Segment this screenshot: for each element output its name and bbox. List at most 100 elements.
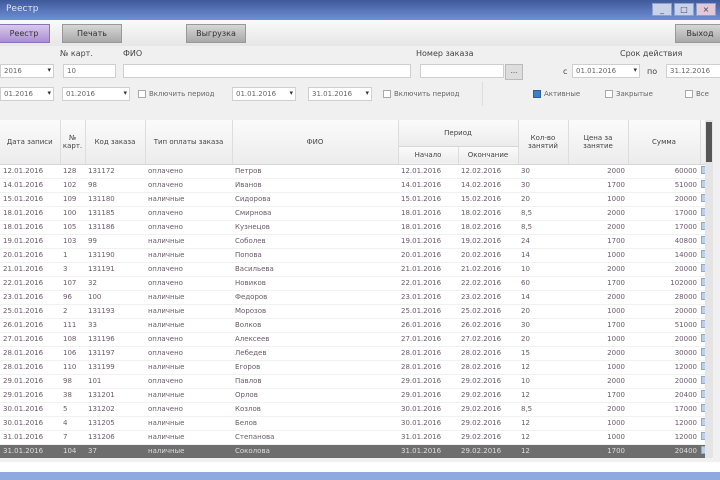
table-row[interactable]: 29.01.2016 98 101 оплачено Павлов 29.01.2016 2… bbox=[0, 374, 712, 389]
table-row[interactable]: 29.01.2016 38 131201 наличные Орлов 29.01.201… bbox=[0, 388, 712, 403]
table-row[interactable]: 20.01.2016 1 131190 наличные Попова 20.01.201… bbox=[0, 248, 712, 263]
table-row[interactable]: 15.01.2016 109 131180 наличные Сидорова 15.01… bbox=[0, 192, 712, 207]
table-cell: 29.02.2016 bbox=[458, 444, 518, 459]
table-cell: 105 bbox=[60, 220, 85, 235]
table-cell: 20400 bbox=[628, 388, 700, 403]
order-input[interactable] bbox=[420, 64, 504, 78]
table-cell: 23.01.2016 bbox=[398, 290, 458, 305]
table-cell: 18.01.2016 bbox=[398, 206, 458, 221]
table-cell: 102 bbox=[60, 178, 85, 193]
table-cell: Алексеев bbox=[232, 332, 398, 347]
table-cell: 100 bbox=[85, 290, 145, 305]
tab-print[interactable]: Печать bbox=[62, 24, 122, 43]
table-cell: Соболев bbox=[232, 234, 398, 249]
vertical-scrollbar[interactable] bbox=[705, 120, 713, 458]
table-row[interactable]: 30.01.2016 4 131205 наличные Белов 30.01.2016… bbox=[0, 416, 712, 431]
table-cell: 29.01.2016 bbox=[0, 388, 60, 403]
table-cell: 15.01.2016 bbox=[398, 192, 458, 207]
fio-input[interactable] bbox=[123, 64, 411, 78]
year-select[interactable]: 2016 ▾ bbox=[0, 64, 54, 78]
table-cell: 131180 bbox=[85, 192, 145, 207]
include-period-checkbox-2[interactable]: Включить период bbox=[383, 87, 460, 101]
table-cell: оплачено bbox=[145, 332, 232, 347]
table-cell: 2000 bbox=[568, 374, 628, 389]
table-cell: 14 bbox=[518, 290, 568, 305]
status-bar bbox=[0, 462, 720, 472]
closed-option[interactable]: Закрытые bbox=[605, 87, 653, 101]
table-row[interactable]: 26.01.2016 111 33 наличные Волков 26.01.2016 2… bbox=[0, 318, 712, 333]
include-period-checkbox-1[interactable]: Включить период bbox=[138, 87, 215, 101]
table-row[interactable]: 28.01.2016 106 131197 оплачено Лебедев 28.01.… bbox=[0, 346, 712, 361]
table-cell: 131191 bbox=[85, 262, 145, 277]
table-row[interactable]: 19.01.2016 103 99 наличные Соболев 19.01.2016… bbox=[0, 234, 712, 249]
month2-select[interactable]: 01.2016 ▾ bbox=[62, 87, 130, 101]
table-cell: 30 bbox=[518, 178, 568, 193]
col-sum[interactable]: Сумма bbox=[628, 120, 701, 165]
table-cell: 20 bbox=[518, 192, 568, 207]
col-fio[interactable]: ФИО bbox=[232, 120, 399, 165]
table-cell: 12000 bbox=[628, 360, 700, 375]
col-card[interactable]: № карт. bbox=[60, 120, 86, 165]
table-cell: 12000 bbox=[628, 430, 700, 445]
col-period-end[interactable]: Окончание bbox=[458, 146, 519, 165]
date2-select[interactable]: 31.01.2016 ▾ bbox=[308, 87, 372, 101]
col-period[interactable]: Период bbox=[398, 120, 519, 147]
fio-label: ФИО bbox=[123, 49, 143, 58]
table-cell: 28.02.2016 bbox=[458, 346, 518, 361]
table-cell: 28000 bbox=[628, 290, 700, 305]
col-count[interactable]: Кол-во занятий bbox=[518, 120, 569, 165]
scroll-thumb[interactable] bbox=[706, 122, 712, 162]
opt3-label: Все bbox=[696, 90, 709, 98]
table-cell: 15.01.2016 bbox=[0, 192, 60, 207]
table-row[interactable]: 23.01.2016 96 100 наличные Федоров 23.01.2016… bbox=[0, 290, 712, 305]
exit-button[interactable]: Выход bbox=[675, 24, 720, 43]
maximize-icon[interactable]: □ bbox=[674, 3, 694, 16]
order-browse-button[interactable]: ... bbox=[505, 64, 523, 80]
table-cell: 1 bbox=[60, 248, 85, 263]
table-row[interactable]: 14.01.2016 102 98 оплачено Иванов 14.01.2016 1… bbox=[0, 178, 712, 193]
month-select[interactable]: 01.2016 ▾ bbox=[0, 87, 54, 101]
to-date-value: 31.12.2016 bbox=[670, 67, 711, 75]
table-row[interactable]: 12.01.2016 128 131172 оплачено Петров 12.01.2… bbox=[0, 164, 712, 179]
table-cell: 22.01.2016 bbox=[0, 276, 60, 291]
from-date[interactable]: 01.01.2016 ▾ bbox=[572, 64, 640, 78]
col-date[interactable]: Дата записи bbox=[0, 120, 61, 165]
date1-select[interactable]: 01.01.2016 ▾ bbox=[232, 87, 296, 101]
col-pay-type[interactable]: Тип оплаты заказа bbox=[145, 120, 233, 165]
table-cell: 30000 bbox=[628, 346, 700, 361]
table-row[interactable]: 31.01.2016 7 131206 наличные Степанова 31.01.… bbox=[0, 430, 712, 445]
table-cell: 30.01.2016 bbox=[0, 416, 60, 431]
to-date[interactable]: 31.12.2016 bbox=[666, 64, 720, 78]
minimize-icon[interactable]: _ bbox=[652, 3, 672, 16]
table-row[interactable]: 27.01.2016 108 131196 оплачено Алексеев 27.01… bbox=[0, 332, 712, 347]
table-cell: 27.01.2016 bbox=[0, 332, 60, 347]
table-row[interactable]: 21.01.2016 3 131191 оплачено Васильева 21.01.… bbox=[0, 262, 712, 277]
table-cell: 131199 bbox=[85, 360, 145, 375]
all-option[interactable]: Все bbox=[685, 87, 709, 101]
table-cell: 12 bbox=[518, 360, 568, 375]
tab-export[interactable]: Выгрузка bbox=[186, 24, 246, 43]
table-cell: наличные bbox=[145, 444, 232, 459]
table-cell: 2000 bbox=[568, 346, 628, 361]
table-row[interactable]: 18.01.2016 105 131186 оплачено Кузнецов 18.01… bbox=[0, 220, 712, 235]
chevron-down-icon: ▾ bbox=[365, 89, 369, 97]
table-row[interactable]: 31.01.2016 104 37 наличные Соколова 31.01.201… bbox=[0, 444, 712, 459]
table-row[interactable]: 22.01.2016 107 32 оплачено Новиков 22.01.2016… bbox=[0, 276, 712, 291]
table-cell: наличные bbox=[145, 430, 232, 445]
num-input[interactable]: 10 bbox=[63, 64, 116, 78]
table-row[interactable]: 25.01.2016 2 131193 наличные Морозов 25.01.20… bbox=[0, 304, 712, 319]
table-row[interactable]: 30.01.2016 5 131202 оплачено Козлов 30.01.201… bbox=[0, 402, 712, 417]
close-icon[interactable]: × bbox=[696, 3, 716, 16]
col-period-start[interactable]: Начало bbox=[398, 146, 459, 165]
col-price[interactable]: Цена за занятие bbox=[568, 120, 629, 165]
col-order[interactable]: Код заказа bbox=[85, 120, 146, 165]
table-row[interactable]: 28.01.2016 110 131199 наличные Егоров 28.01.2… bbox=[0, 360, 712, 375]
table-cell: 31.01.2016 bbox=[0, 444, 60, 459]
chk1-label: Включить период bbox=[149, 90, 215, 98]
table-cell: 131172 bbox=[85, 164, 145, 179]
table-cell: 12 bbox=[518, 430, 568, 445]
tab-registry[interactable]: Реестр bbox=[0, 24, 50, 43]
active-option[interactable]: Активные bbox=[533, 87, 580, 101]
table-row[interactable]: 18.01.2016 100 131185 оплачено Смирнова 18.01… bbox=[0, 206, 712, 221]
table-cell: 30 bbox=[518, 318, 568, 333]
